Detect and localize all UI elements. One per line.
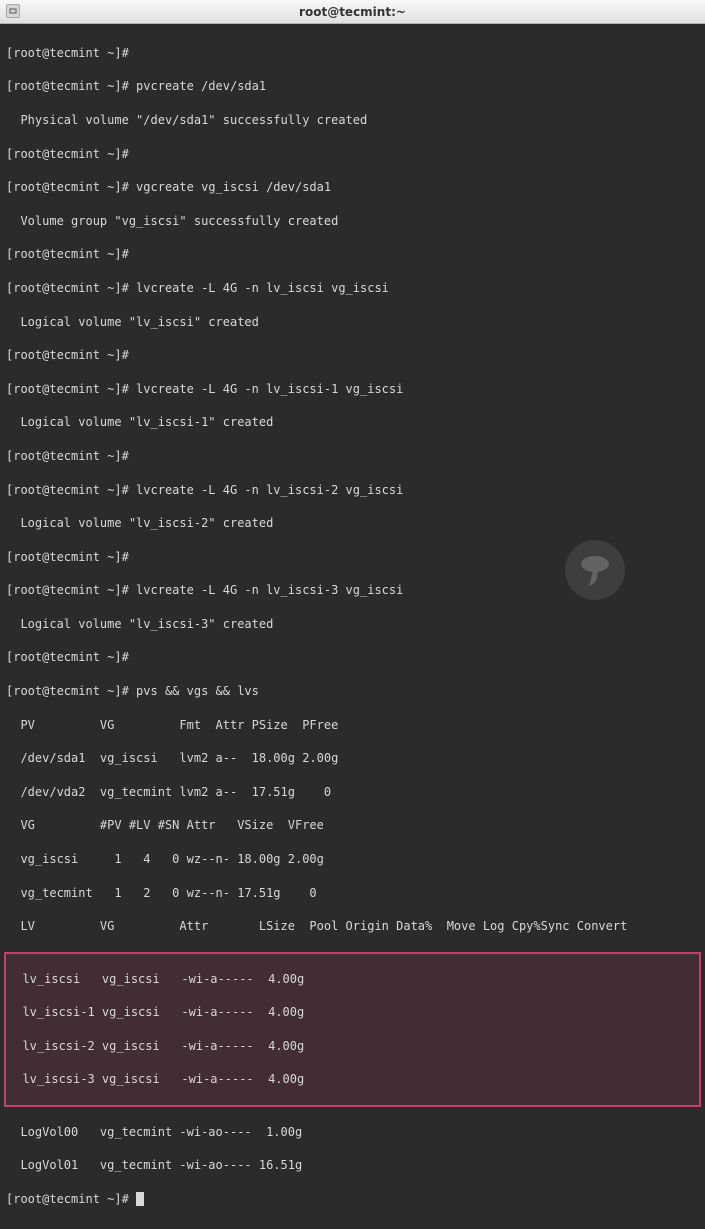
cursor-icon [136, 1192, 144, 1206]
terminal-line: lv_iscsi-1 vg_iscsi -wi-a----- 4.00g [8, 1004, 697, 1021]
window-title: root@tecmint:~ [299, 5, 406, 19]
terminal-output[interactable]: [root@tecmint ~]# [root@tecmint ~]# pvcr… [0, 24, 705, 1229]
terminal-line: [root@tecmint ~]# pvs && vgs && lvs [6, 683, 699, 700]
terminal-line: [root@tecmint ~]# [6, 45, 699, 62]
terminal-line: lv_iscsi-3 vg_iscsi -wi-a----- 4.00g [8, 1071, 697, 1088]
window-controls [6, 4, 20, 18]
highlight-annotation: lv_iscsi vg_iscsi -wi-a----- 4.00g lv_is… [4, 952, 701, 1107]
terminal-line: LogVol01 vg_tecmint -wi-ao---- 16.51g [6, 1157, 699, 1174]
terminal-line: [root@tecmint ~]# vgcreate vg_iscsi /dev… [6, 179, 699, 196]
terminal-line: /dev/vda2 vg_tecmint lvm2 a-- 17.51g 0 [6, 784, 699, 801]
terminal-line: lv_iscsi-2 vg_iscsi -wi-a----- 4.00g [8, 1038, 697, 1055]
watermark-icon [565, 540, 625, 600]
terminal-line: Physical volume "/dev/sda1" successfully… [6, 112, 699, 129]
terminal-line: Logical volume "lv_iscsi-2" created [6, 515, 699, 532]
terminal-line: Logical volume "lv_iscsi-1" created [6, 414, 699, 431]
terminal-line: LogVol00 vg_tecmint -wi-ao---- 1.00g [6, 1124, 699, 1141]
terminal-line: LV VG Attr LSize Pool Origin Data% Move … [6, 918, 699, 935]
terminal-line: [root@tecmint ~]# [6, 146, 699, 163]
terminal-line: [root@tecmint ~]# [6, 649, 699, 666]
terminal-line: [root@tecmint ~]# lvcreate -L 4G -n lv_i… [6, 381, 699, 398]
terminal-line: /dev/sda1 vg_iscsi lvm2 a-- 18.00g 2.00g [6, 750, 699, 767]
window-menu-button[interactable] [6, 4, 20, 18]
terminal-line: Logical volume "lv_iscsi-3" created [6, 616, 699, 633]
terminal-line: Volume group "vg_iscsi" successfully cre… [6, 213, 699, 230]
terminal-line: vg_iscsi 1 4 0 wz--n- 18.00g 2.00g [6, 851, 699, 868]
terminal-line: [root@tecmint ~]# [6, 448, 699, 465]
terminal-prompt: [root@tecmint ~]# [6, 1192, 136, 1206]
window-titlebar: root@tecmint:~ [0, 0, 705, 24]
terminal-line: vg_tecmint 1 2 0 wz--n- 17.51g 0 [6, 885, 699, 902]
terminal-line: [root@tecmint ~]# [6, 347, 699, 364]
terminal-line: [root@tecmint ~]# lvcreate -L 4G -n lv_i… [6, 482, 699, 499]
terminal-line: Logical volume "lv_iscsi" created [6, 314, 699, 331]
terminal-line: PV VG Fmt Attr PSize PFree [6, 717, 699, 734]
terminal-line: [root@tecmint ~]# pvcreate /dev/sda1 [6, 78, 699, 95]
terminal-line: [root@tecmint ~]# [6, 246, 699, 263]
terminal-prompt-line: [root@tecmint ~]# [6, 1191, 699, 1208]
terminal-line: lv_iscsi vg_iscsi -wi-a----- 4.00g [8, 971, 697, 988]
terminal-line: VG #PV #LV #SN Attr VSize VFree [6, 817, 699, 834]
terminal-line: [root@tecmint ~]# lvcreate -L 4G -n lv_i… [6, 280, 699, 297]
